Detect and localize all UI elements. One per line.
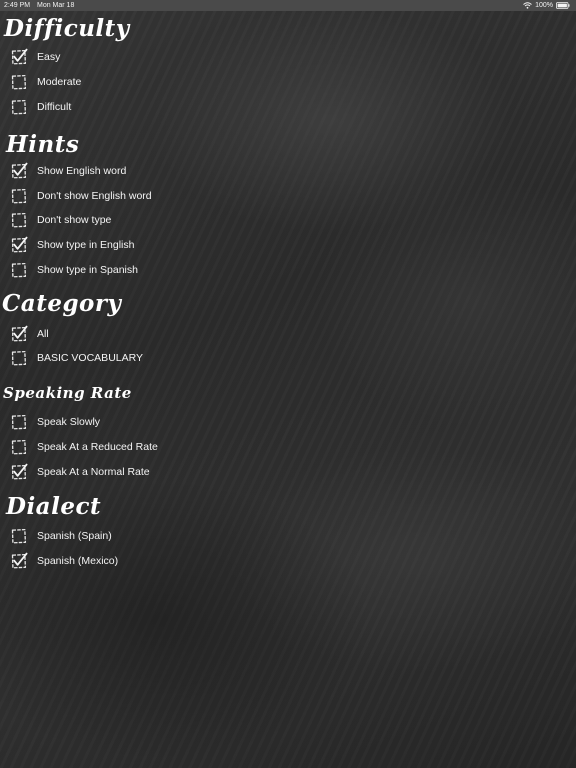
checkbox-checked-icon[interactable] — [10, 463, 28, 481]
checkbox-unchecked-icon[interactable] — [10, 187, 28, 205]
option-label: All — [37, 328, 49, 340]
wifi-icon — [523, 2, 532, 9]
checkbox-checked-icon[interactable] — [10, 552, 28, 570]
section-title-difficulty: Difficulty — [4, 15, 130, 42]
checkbox-unchecked-icon[interactable] — [10, 438, 28, 456]
option-speak-normal-rate[interactable]: Speak At a Normal Rate — [10, 462, 150, 482]
checkbox-unchecked-icon[interactable] — [10, 527, 28, 545]
option-label: Speak Slowly — [37, 416, 101, 428]
option-dont-show-english-word[interactable]: Don't show English word — [10, 186, 152, 206]
option-all[interactable]: All — [10, 324, 49, 344]
option-label: BASIC VOCABULARY — [37, 352, 144, 364]
checkbox-unchecked-icon[interactable] — [10, 73, 28, 91]
option-spanish-spain[interactable]: Spanish (Spain) — [10, 526, 112, 546]
status-time: 2:49 PM — [4, 2, 31, 9]
status-indicators: 100% — [523, 0, 570, 11]
status-date: Mon Mar 18 — [37, 2, 75, 9]
battery-icon — [556, 2, 570, 9]
option-speak-slowly[interactable]: Speak Slowly — [10, 412, 100, 432]
option-label: Moderate — [37, 76, 82, 88]
checkbox-unchecked-icon[interactable] — [10, 98, 28, 116]
checkbox-unchecked-icon[interactable] — [10, 349, 28, 367]
option-spanish-mexico[interactable]: Spanish (Mexico) — [10, 551, 118, 571]
checkbox-checked-icon[interactable] — [10, 236, 28, 254]
battery-percent: 100% — [535, 2, 553, 9]
option-show-type-english[interactable]: Show type in English — [10, 235, 134, 255]
option-show-type-spanish[interactable]: Show type in Spanish — [10, 260, 138, 280]
option-label: Difficult — [37, 101, 72, 113]
option-dont-show-type[interactable]: Don't show type — [10, 210, 111, 230]
checkbox-unchecked-icon[interactable] — [10, 261, 28, 279]
option-label: Don't show English word — [37, 190, 152, 202]
checkbox-checked-icon[interactable] — [10, 48, 28, 66]
option-label: Easy — [37, 51, 61, 63]
section-title-speaking-rate: Speaking Rate — [3, 384, 132, 402]
option-label: Spanish (Mexico) — [37, 555, 119, 567]
option-basic-vocabulary[interactable]: BASIC VOCABULARY — [10, 348, 143, 368]
option-speak-reduced-rate[interactable]: Speak At a Reduced Rate — [10, 437, 158, 457]
option-difficult[interactable]: Difficult — [10, 97, 71, 117]
section-title-dialect: Dialect — [6, 493, 102, 520]
section-title-category: Category — [2, 290, 122, 317]
option-label: Speak At a Normal Rate — [37, 466, 150, 478]
checkbox-checked-icon[interactable] — [10, 162, 28, 180]
option-moderate[interactable]: Moderate — [10, 72, 81, 92]
option-label: Speak At a Reduced Rate — [37, 441, 158, 453]
option-label: Show English word — [37, 165, 127, 177]
option-label: Show type in Spanish — [37, 264, 138, 276]
section-title-hints: Hints — [6, 131, 80, 158]
status-bar: 2:49 PM Mon Mar 18 100% — [0, 0, 576, 11]
checkbox-unchecked-icon[interactable] — [10, 413, 28, 431]
checkbox-unchecked-icon[interactable] — [10, 211, 28, 229]
option-easy[interactable]: Easy — [10, 47, 60, 67]
option-label: Spanish (Spain) — [37, 530, 112, 542]
option-label: Show type in English — [37, 239, 135, 251]
checkbox-checked-icon[interactable] — [10, 325, 28, 343]
option-label: Don't show type — [37, 214, 112, 226]
option-show-english-word[interactable]: Show English word — [10, 161, 126, 181]
